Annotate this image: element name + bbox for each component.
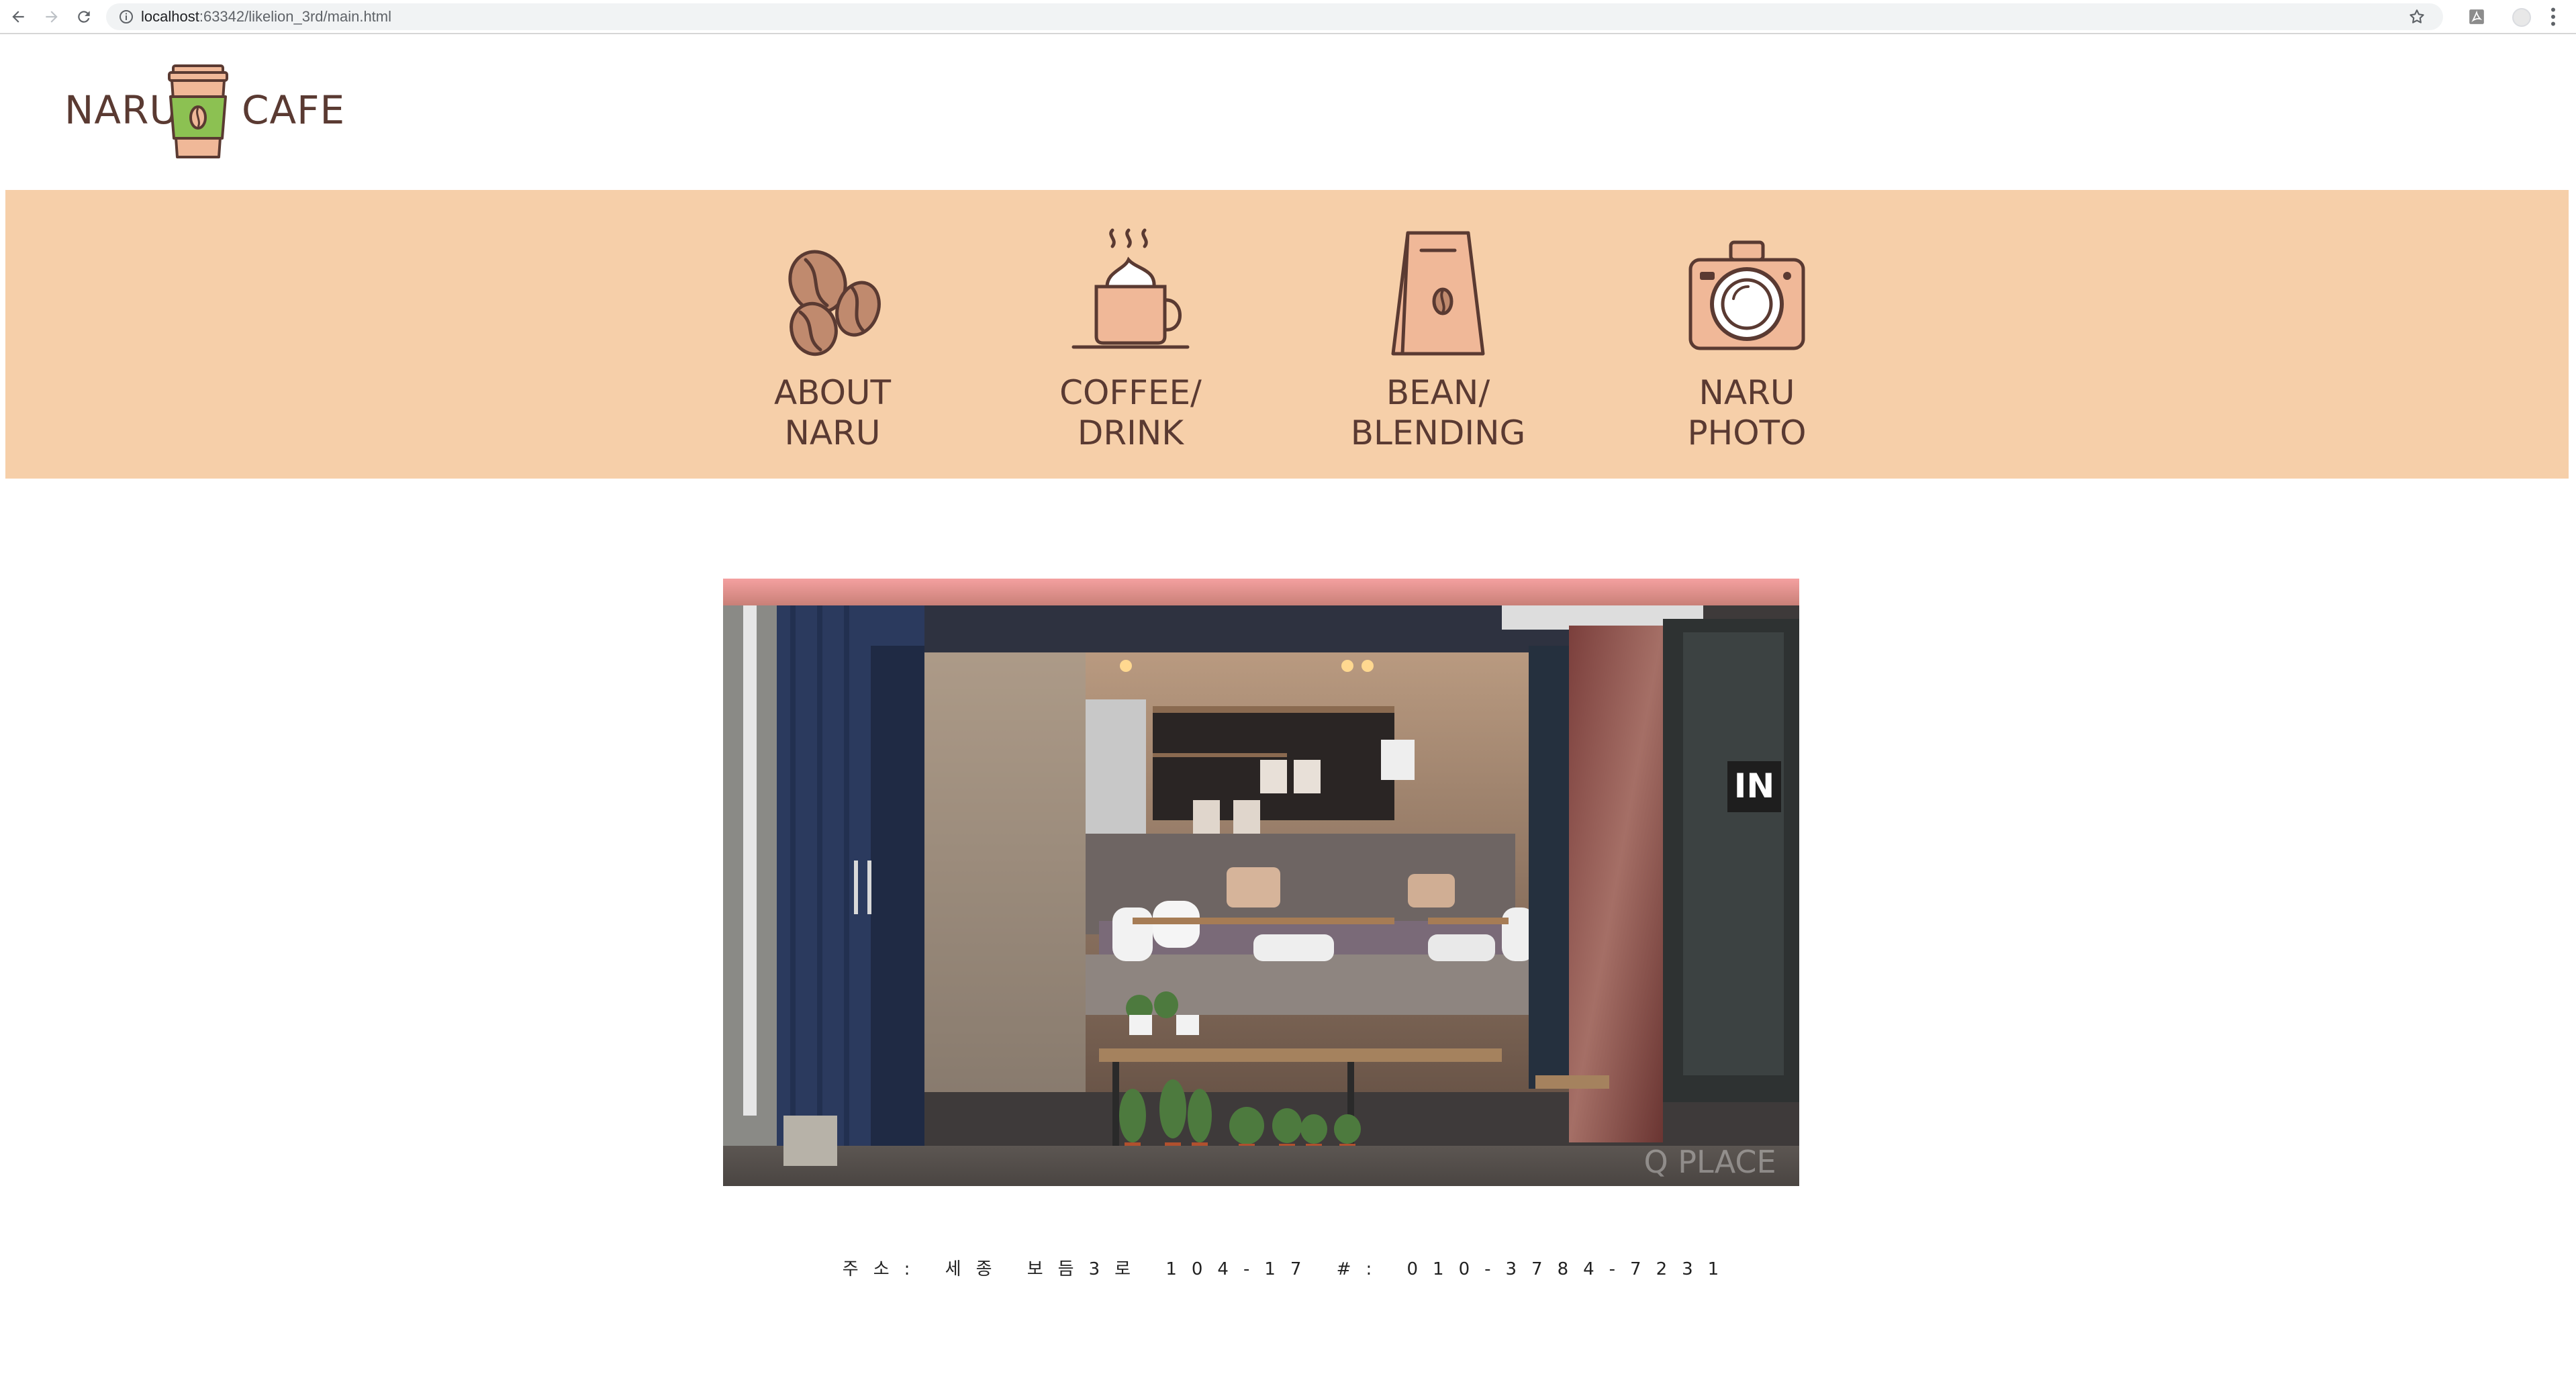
forward-button[interactable] bbox=[39, 4, 64, 30]
coffee-cup-logo-icon bbox=[168, 64, 228, 158]
nav-label-line2: NARU bbox=[784, 413, 881, 452]
reload-icon bbox=[78, 11, 90, 23]
nav-item-about-naru[interactable]: ABOUT NARU bbox=[732, 190, 933, 479]
browser-toolbar: localhost:63342/likelion_3rd/main.html bbox=[0, 0, 2576, 34]
coffee-cup-icon bbox=[1071, 228, 1190, 349]
reload-button[interactable] bbox=[71, 4, 97, 30]
nav-label-line2: PHOTO bbox=[1687, 413, 1807, 452]
nav-label-bean-blending: BEAN/ BLENDING bbox=[1337, 373, 1539, 453]
nav-item-bean-blending[interactable]: BEAN/ BLENDING bbox=[1337, 190, 1539, 479]
pdf-extension-icon[interactable] bbox=[2468, 8, 2485, 26]
nav-item-coffee-drink[interactable]: COFFEE/ DRINK bbox=[1030, 190, 1231, 479]
back-arrow-icon bbox=[12, 11, 24, 23]
nav-label-line1: NARU bbox=[1699, 373, 1795, 412]
cafe-storefront-photo: IN Q PLACE bbox=[723, 579, 1799, 1186]
nav-label-coffee-drink: COFFEE/ DRINK bbox=[1030, 373, 1231, 453]
info-icon[interactable] bbox=[118, 9, 134, 25]
photo-watermark: Q PLACE bbox=[1643, 1144, 1776, 1180]
nav-label-line1: COFFEE/ bbox=[1059, 373, 1202, 412]
nav-label-line2: DRINK bbox=[1077, 413, 1184, 452]
camera-icon bbox=[1688, 240, 1805, 350]
coffee-beans-icon bbox=[788, 250, 881, 356]
url-text: localhost:63342/likelion_3rd/main.html bbox=[141, 3, 391, 30]
logo-word-right: CAFE bbox=[242, 87, 346, 133]
footer-address: 주소: 세종 보듬3로 104-17 #: 010-3784-7231 bbox=[842, 1259, 1734, 1279]
url-path: :63342/likelion_3rd/main.html bbox=[199, 8, 392, 25]
logo-word-left: NARU bbox=[64, 87, 179, 133]
url-host: localhost bbox=[141, 8, 199, 25]
nav-label-line2: BLENDING bbox=[1350, 413, 1526, 452]
site-logo[interactable]: NARU CAFE bbox=[64, 63, 346, 161]
main-navigation: ABOUT NARU COFFEE/ DRINK BEAN/ BLENDING … bbox=[5, 190, 2569, 479]
nav-label-about-naru: ABOUT NARU bbox=[732, 373, 933, 453]
more-menu-icon[interactable] bbox=[2548, 7, 2558, 27]
address-bar[interactable]: localhost:63342/likelion_3rd/main.html bbox=[106, 3, 2443, 30]
forward-arrow-icon bbox=[46, 11, 58, 23]
nav-label-naru-photo: NARU PHOTO bbox=[1646, 373, 1848, 453]
coffee-bag-icon bbox=[1391, 231, 1485, 356]
nav-label-line1: BEAN/ bbox=[1386, 373, 1490, 412]
storefront-illustration: IN Q PLACE bbox=[723, 579, 1799, 1186]
profile-avatar-icon[interactable] bbox=[2512, 8, 2531, 27]
nav-label-line1: ABOUT bbox=[773, 373, 892, 412]
bookmark-star-icon[interactable] bbox=[2408, 8, 2426, 26]
nav-item-naru-photo[interactable]: NARU PHOTO bbox=[1646, 190, 1848, 479]
back-button[interactable] bbox=[5, 4, 31, 30]
in-sign-text: IN bbox=[1734, 767, 1774, 805]
